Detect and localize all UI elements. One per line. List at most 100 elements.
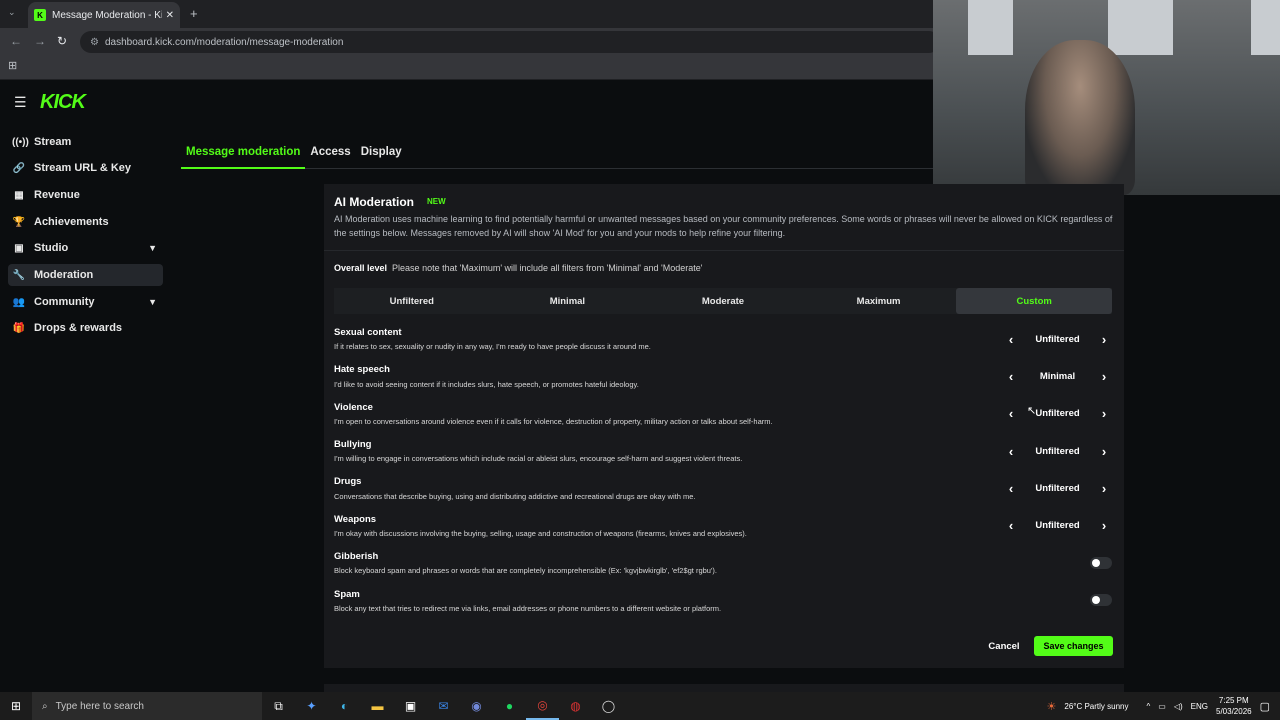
spam-toggle[interactable]: [1090, 594, 1112, 606]
sidebar-item-drops-rewards[interactable]: 🎁 Drops & rewards: [8, 317, 163, 339]
sidebar-item-achievements[interactable]: 🏆 Achievements: [8, 211, 163, 233]
url-text: dashboard.kick.com/moderation/message-mo…: [104, 36, 344, 48]
overall-level-label: Overall level: [334, 263, 388, 273]
store-icon[interactable]: ▣: [394, 692, 427, 720]
stepper-value: Unfiltered: [1035, 482, 1080, 494]
level-minimal[interactable]: Minimal: [490, 288, 646, 314]
stepper-value: Unfiltered: [1035, 445, 1080, 457]
gibberish-desc: Block keyboard spam and phrases or words…: [334, 566, 717, 575]
url-bar[interactable]: ⚙ dashboard.kick.com/moderation/message-…: [80, 31, 940, 53]
hate-speech-stepper: ‹ Minimal ›: [1000, 367, 1115, 385]
new-tab-icon[interactable]: +: [190, 6, 198, 21]
spam-desc: Block any text that tries to redirect me…: [334, 604, 722, 613]
chevron-right-icon[interactable]: ›: [1093, 519, 1115, 532]
windows-start-icon[interactable]: ⊞: [0, 692, 32, 720]
chevron-left-icon[interactable]: ‹: [1000, 519, 1022, 532]
drugs-stepper: ‹ Unfiltered ›: [1000, 479, 1115, 497]
clock[interactable]: 7:25 PM 5/03/2026: [1216, 695, 1252, 717]
clock-date: 5/03/2026: [1216, 707, 1252, 716]
chevron-down-icon: ▼: [148, 297, 157, 307]
chevron-left-icon[interactable]: ‹: [1000, 370, 1022, 383]
stepper-value: Unfiltered: [1035, 407, 1080, 419]
studio-icon: ▣: [14, 242, 24, 254]
toggle-knob: [1092, 596, 1100, 604]
reload-icon[interactable]: ↻: [57, 34, 67, 48]
forward-icon[interactable]: →: [34, 34, 46, 48]
tab-search-icon[interactable]: ⌄: [8, 7, 16, 18]
level-maximum[interactable]: Maximum: [801, 288, 957, 314]
streamer-figure: [1025, 40, 1135, 195]
tray-language[interactable]: ENG: [1191, 702, 1208, 711]
volume-icon[interactable]: ◁): [1174, 702, 1183, 711]
category-hate-speech-name: Hate speech: [334, 364, 390, 375]
moderation-tabs: Message moderation Access Display: [181, 141, 933, 169]
browser-tab[interactable]: K Message Moderation - Kick Da ✕: [28, 2, 180, 28]
chevron-up-icon[interactable]: ^: [1147, 702, 1151, 711]
level-selector: Unfiltered Minimal Moderate Maximum Cust…: [334, 288, 1112, 314]
ai-moderation-description: AI Moderation uses machine learning to f…: [334, 214, 1113, 238]
notifications-icon[interactable]: ▢: [1260, 700, 1270, 713]
level-moderate[interactable]: Moderate: [645, 288, 801, 314]
taskbar-search-placeholder: Type here to search: [55, 700, 144, 712]
chrome-icon[interactable]: ◎: [526, 692, 559, 720]
mail-icon[interactable]: ✉: [427, 692, 460, 720]
chevron-left-icon[interactable]: ‹: [1000, 482, 1022, 495]
copilot-icon[interactable]: ✦: [295, 692, 328, 720]
trophy-icon: 🏆: [12, 216, 26, 228]
edge-icon[interactable]: ◐: [328, 692, 361, 720]
category-violence-name: Violence: [334, 402, 373, 413]
kick-logo[interactable]: KICK: [40, 91, 86, 114]
site-info-icon[interactable]: ⚙: [90, 37, 99, 48]
chevron-right-icon[interactable]: ›: [1093, 333, 1115, 346]
stepper-value: Minimal: [1039, 370, 1076, 382]
chevron-down-icon: ▼: [148, 243, 157, 253]
webcam-overlay: [933, 0, 1280, 195]
ai-moderation-title: AI Moderation: [334, 195, 414, 209]
tab-close-icon[interactable]: ✕: [166, 10, 174, 21]
mouse-cursor-icon: ↖: [1027, 405, 1037, 417]
tab-display[interactable]: Display: [356, 141, 407, 169]
obs-icon[interactable]: ◯: [592, 692, 625, 720]
violence-stepper: ‹ Unfiltered ›: [1000, 404, 1115, 422]
sidebar-item-stream[interactable]: ((•)) Stream: [8, 131, 163, 153]
spotify-icon[interactable]: ●: [493, 692, 526, 720]
category-drugs-name: Drugs: [334, 476, 362, 487]
chevron-right-icon[interactable]: ›: [1093, 445, 1115, 458]
apps-grid-icon[interactable]: ⊞: [8, 59, 17, 72]
sidebar-item-stream-url-key[interactable]: 🔗 Stream URL & Key: [8, 157, 163, 179]
menu-icon[interactable]: ☰: [14, 94, 27, 111]
broadcast-icon: ((•)): [12, 136, 29, 148]
overall-level-note: Please note that 'Maximum' will include …: [392, 263, 703, 273]
network-icon[interactable]: ▭: [1158, 702, 1166, 711]
sidebar-item-moderation[interactable]: 🔧 Moderation: [8, 264, 163, 286]
level-custom[interactable]: Custom: [956, 288, 1112, 314]
recording-app-icon[interactable]: ◍: [559, 692, 592, 720]
sidebar-item-community[interactable]: 👥 Community ▼: [8, 291, 163, 313]
sidebar-item-revenue[interactable]: ▦ Revenue: [8, 184, 163, 206]
tab-access[interactable]: Access: [305, 141, 355, 169]
discord-icon[interactable]: ◉: [460, 692, 493, 720]
chevron-left-icon[interactable]: ‹: [1000, 407, 1022, 420]
chevron-right-icon[interactable]: ›: [1093, 482, 1115, 495]
chevron-right-icon[interactable]: ›: [1093, 370, 1115, 383]
taskbar-search[interactable]: ⌕ Type here to search: [32, 692, 262, 720]
cancel-button[interactable]: Cancel: [985, 638, 1023, 654]
divider: [324, 250, 1124, 251]
back-icon[interactable]: ←: [10, 34, 22, 48]
file-explorer-icon[interactable]: ▬: [361, 692, 394, 720]
sidebar-item-studio[interactable]: ▣ Studio ▼: [8, 237, 163, 259]
weather-text[interactable]: 26°C Partly sunny: [1064, 702, 1128, 711]
chevron-left-icon[interactable]: ‹: [1000, 445, 1022, 458]
chevron-right-icon[interactable]: ›: [1093, 407, 1115, 420]
chevron-left-icon[interactable]: ‹: [1000, 333, 1022, 346]
save-changes-button[interactable]: Save changes: [1034, 636, 1113, 656]
tab-message-moderation[interactable]: Message moderation: [181, 141, 306, 169]
wrench-icon: 🔧: [12, 269, 26, 281]
new-badge: NEW: [427, 197, 446, 206]
category-drugs-desc: Conversations that describe buying, usin…: [334, 492, 696, 501]
task-view-icon[interactable]: ⧉: [262, 692, 295, 720]
community-icon: 👥: [12, 296, 26, 308]
level-unfiltered[interactable]: Unfiltered: [334, 288, 490, 314]
gibberish-toggle[interactable]: [1090, 557, 1112, 569]
system-tray: ☀ 26°C Partly sunny ^ ▭ ◁) ENG 7:25 PM 5/…: [1047, 692, 1280, 720]
